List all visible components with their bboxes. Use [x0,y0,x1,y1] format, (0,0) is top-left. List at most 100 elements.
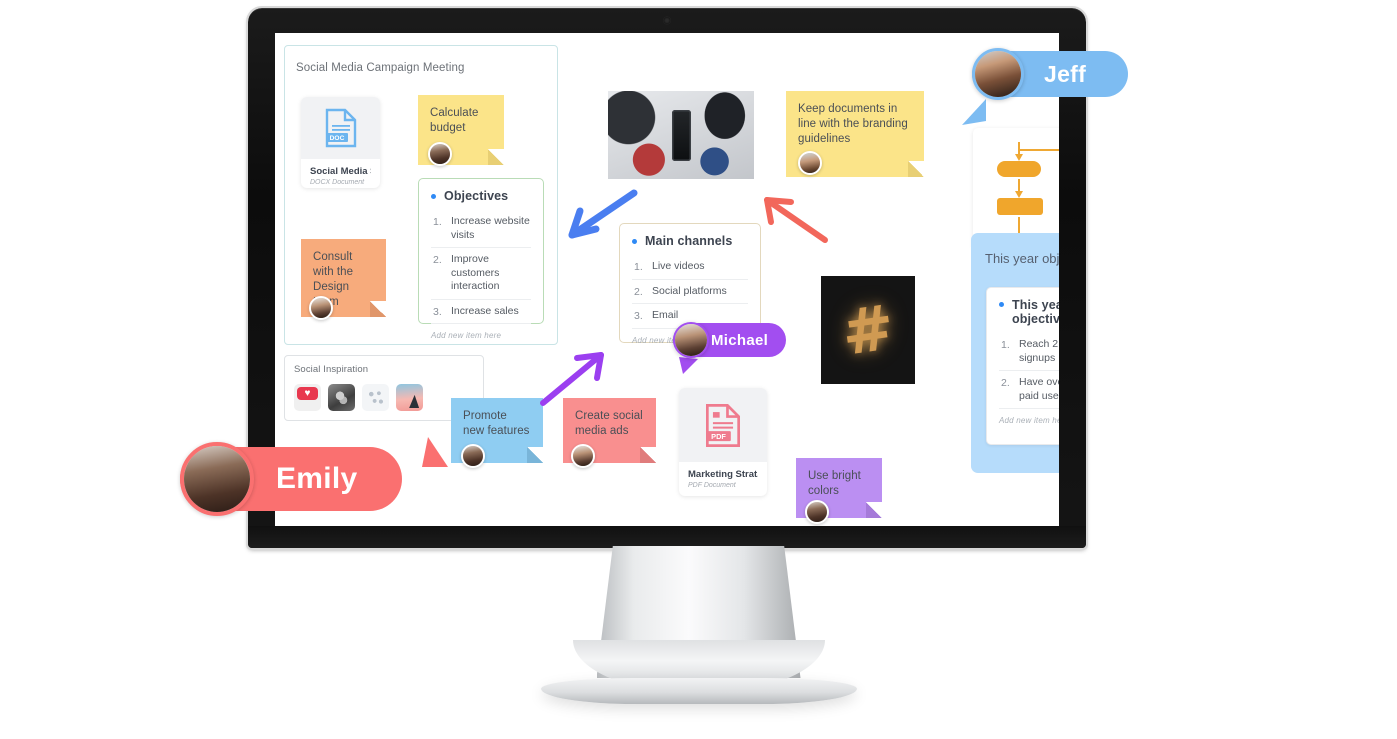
cursor-avatar [180,442,254,516]
bullet-dot-icon [632,238,637,244]
doc-meta: Social Media Str... DOCX Document [301,159,380,188]
avatar[interactable] [805,500,829,524]
list-card-title: Objectives [444,189,509,203]
sticky-note-consult-design-team[interactable]: Consult with the Design team [301,239,386,320]
doc-name: Marketing Strat... [688,469,758,480]
sticky-note-text: Use bright colors [808,470,861,497]
list-item-number: 1. [433,216,442,228]
avatar[interactable] [798,151,822,175]
white-paper-thumb[interactable] [362,384,389,411]
list-item-number: 1. [634,261,643,273]
cursor-jeff[interactable]: Jeff [962,48,1129,125]
sticky-note-promote-features[interactable]: Promote new features [451,398,543,468]
pink-gradient-thumb[interactable] [396,384,423,411]
screenshot-root: Social Media Campaign Meeting DOC Social… [0,0,1397,739]
cursor-pointer-icon [422,437,448,467]
list-item[interactable]: 3. Increase sales [431,300,531,324]
sticky-fold-corner [488,149,504,165]
list-card-header: Main channels [632,234,748,248]
list-card-objectives[interactable]: Objectives 1. Increase website visits 2.… [418,178,544,340]
list-card-header: This year objectives [999,298,1059,326]
like-balloon-thumb[interactable] [294,384,321,411]
sticky-fold-corner [527,447,543,463]
list-card-title: Main channels [645,234,733,248]
coral-arrow [764,197,828,243]
webcam-icon [663,17,671,24]
list-item-text: Reach 2,000 signups [1019,338,1059,364]
avatar[interactable] [428,142,452,166]
list-item-text: Increase website visits [451,215,530,241]
list-item-number: 3. [634,310,643,322]
cursor-avatar [972,48,1024,100]
sticky-note-text: Create social media ads [575,410,643,437]
list-item[interactable]: 2. Social platforms [632,280,748,304]
cursor-pointer-icon [679,357,698,374]
sticky-note-text: Calculate budget [430,107,479,134]
list-card-this-year-objectives[interactable]: This year objectives 1. Reach 2,000 sign… [986,287,1059,445]
list-card-title: This year objectives [1012,298,1059,326]
svg-text:PDF: PDF [711,431,726,440]
list-item-number: 3. [433,305,442,318]
sticky-note-branding-guidelines[interactable]: Keep documents in line with the branding… [786,91,924,177]
sticky-note-create-ads[interactable]: Create social media ads [563,398,656,468]
list-item-text: Have over 500 paid users [1019,376,1059,402]
sticky-fold-corner [866,502,882,518]
sticky-note-text: Promote new features [463,410,530,437]
hashtag-glyph: # [837,290,899,370]
list-item-text: Email [652,309,679,321]
list-item[interactable]: 1. Increase website visits [431,210,531,248]
list-item[interactable]: 1. Live videos [632,255,748,280]
panel-title: This year objectives [985,251,1059,266]
list-item-text: Live videos [652,260,705,272]
inspiration-thumb-row [294,384,423,411]
bullet-dot-icon [431,193,436,199]
doc-file-icon: DOC [325,108,356,148]
list-item-number: 2. [634,285,643,298]
monitor-chin [248,526,1086,548]
sticky-fold-corner [370,301,386,317]
sticky-fold-corner [908,161,924,177]
document-card-social-media-strategy[interactable]: DOC Social Media Str... DOCX Document [301,97,380,188]
list-item-number: 1. [1001,339,1010,351]
sticky-note-calculate-budget[interactable]: Calculate budget [418,95,504,166]
doc-type: DOCX Document [310,179,365,186]
svg-text:DOC: DOC [329,135,344,142]
list-item[interactable]: 2. Improve customers interaction [431,248,531,300]
flowchart-card[interactable] [973,128,1059,250]
list-item[interactable]: 2. Have over 500 paid users [999,371,1059,409]
bullet-dot-icon [999,302,1004,307]
devices-flatlay-photo[interactable] [608,91,754,179]
sticky-note-text: Keep documents in line with the branding… [798,103,908,145]
monitor-stand-base [540,678,857,704]
list-item-text: Improve customers interaction [451,253,500,292]
cursor-michael[interactable]: Michael [673,322,787,374]
pdf-file-icon: PDF [706,403,740,447]
avatar[interactable] [461,444,485,468]
doc-name: Social Media Str... [310,166,371,177]
document-card-marketing-strategy[interactable]: PDF Marketing Strat... PDF Document [679,388,767,496]
list-item[interactable]: 1. Reach 2,000 signups [999,333,1059,371]
avatar[interactable] [571,444,595,468]
frame-campaign-meeting-title: Social Media Campaign Meeting [296,62,465,74]
list-add-item[interactable]: Add new item here [431,324,531,340]
doc-meta: Marketing Strat... PDF Document [679,462,767,496]
hashtag-sign-photo[interactable]: # [821,276,915,384]
sticky-fold-corner [640,447,656,463]
list-add-item[interactable]: Add new item here [999,409,1059,425]
cursor-pointer-icon [962,99,986,125]
list-item-text: Social platforms [652,284,727,297]
cursor-avatar [673,322,709,358]
list-item-number: 2. [1001,377,1010,389]
grayscale-hand-thumb[interactable] [328,384,355,411]
flowchart-connectors [1015,142,1059,243]
list-card-header: Objectives [431,189,531,203]
sticky-note-use-bright-colors[interactable]: Use bright colors [796,458,882,524]
avatar[interactable] [309,296,333,320]
doc-thumbnail: DOC [301,97,380,159]
list-item-text: Increase sales [451,304,519,317]
doc-type: PDF Document [688,482,736,489]
frame-social-inspiration-title: Social Inspiration [294,364,369,375]
doc-thumbnail: PDF [679,388,767,462]
cursor-emily[interactable]: Emily [180,437,448,516]
list-item-number: 2. [433,254,442,266]
